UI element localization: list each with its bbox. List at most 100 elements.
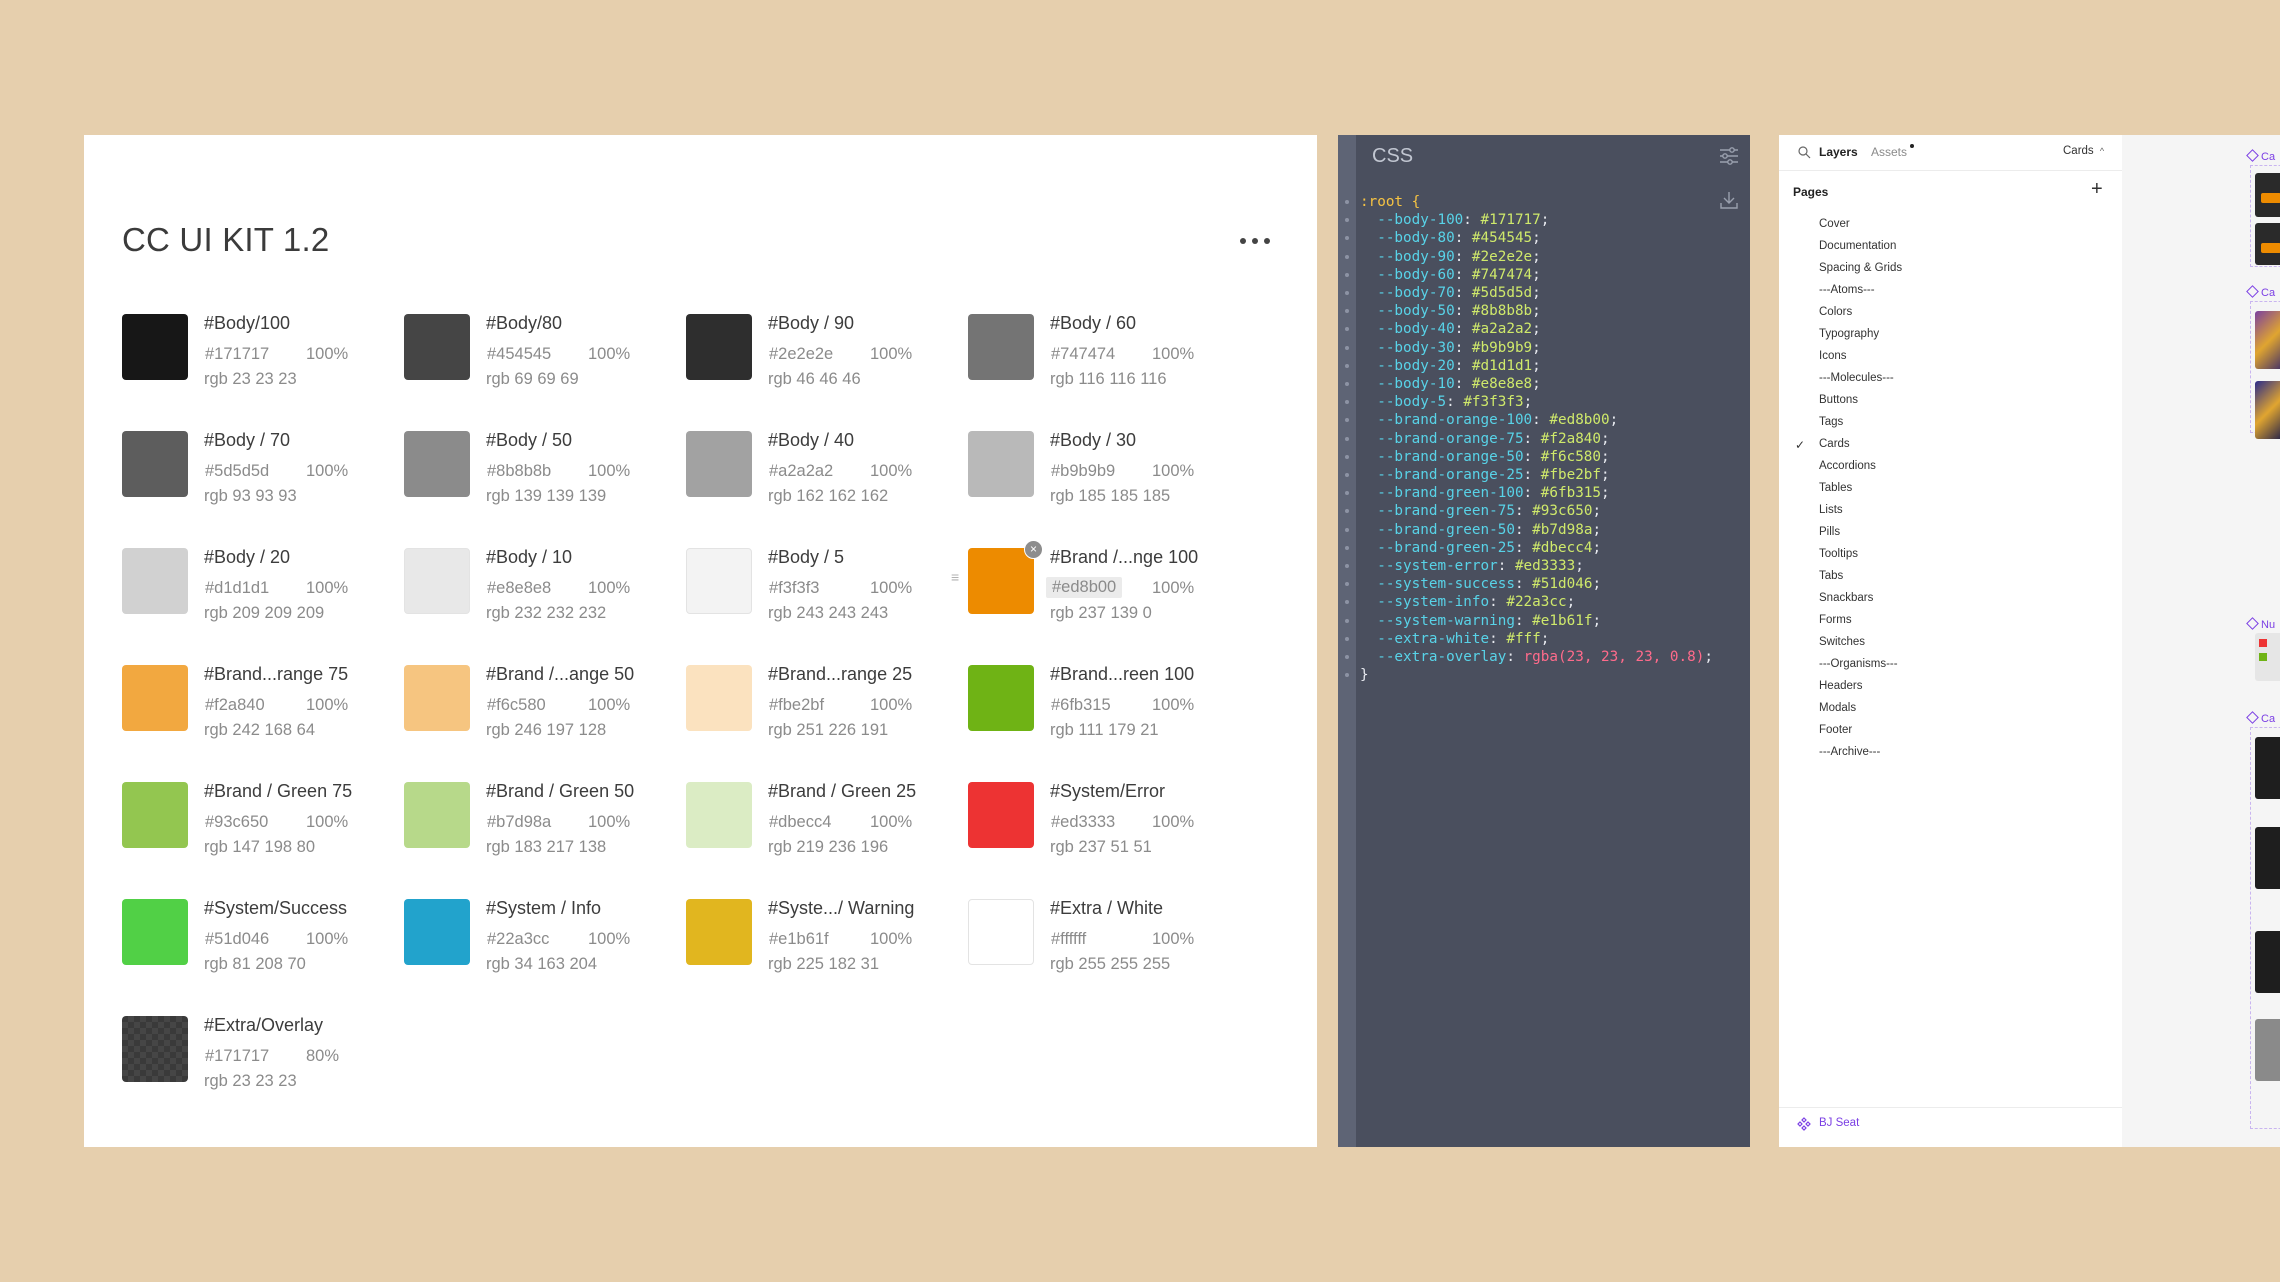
color-swatch-card[interactable]: #Body / 20 #d1d1d1 100% rgb 209 209 209 [122,547,392,647]
color-swatch-card[interactable]: #Body / 60 #747474 100% rgb 116 116 116 [968,313,1238,413]
swatch-hex[interactable]: #fbe2bf [768,696,825,715]
swatch-hex[interactable]: #dbecc4 [768,813,832,832]
settings-sliders-icon[interactable] [1718,145,1740,167]
page-list-item[interactable]: Cards [1819,438,1850,450]
page-list-item[interactable]: Tags [1819,416,1843,428]
color-swatch[interactable] [968,431,1034,497]
swatch-hex[interactable]: #e8e8e8 [486,579,552,598]
swatch-hex[interactable]: #454545 [486,345,552,364]
current-page-dropdown[interactable]: Cards ^ [2063,145,2104,157]
remove-swatch-icon[interactable]: × [1024,540,1043,559]
color-swatch[interactable] [122,1016,188,1082]
page-list-item[interactable]: ---Atoms--- [1819,284,1875,296]
swatch-hex[interactable]: #5d5d5d [204,462,270,481]
page-list-item[interactable]: ---Molecules--- [1819,372,1894,384]
color-swatch[interactable] [968,314,1034,380]
color-swatch-card[interactable]: #System/Success #51d046 100% rgb 81 208 70 [122,898,392,998]
search-icon[interactable] [1797,145,1811,159]
add-page-icon[interactable]: + [2091,178,2103,201]
color-swatch[interactable] [686,548,752,614]
number-thumbnail[interactable] [2255,633,2280,681]
page-list-item[interactable]: Tabs [1819,570,1843,582]
page-list-item[interactable]: Typography [1819,328,1879,340]
color-swatch[interactable] [686,431,752,497]
swatch-hex[interactable]: #f6c580 [486,696,547,715]
color-swatch-card[interactable]: #Body/80 #454545 100% rgb 69 69 69 [404,313,674,413]
page-list-item[interactable]: Cover [1819,218,1850,230]
page-list-item[interactable]: Icons [1819,350,1847,362]
card-thumbnail[interactable] [2255,737,2280,799]
color-swatch-card[interactable]: #Body / 90 #2e2e2e 100% rgb 46 46 46 [686,313,956,413]
color-swatch-card[interactable]: #Brand...range 75 #f2a840 100% rgb 242 168 … [122,664,392,764]
swatch-hex[interactable]: #171717 [204,345,270,364]
card-thumbnail[interactable] [2255,311,2280,369]
page-list-item[interactable]: Snackbars [1819,592,1873,604]
page-list-item[interactable]: Documentation [1819,240,1896,252]
swatch-hex[interactable]: #93c650 [204,813,269,832]
swatch-hex[interactable]: #b9b9b9 [1050,462,1116,481]
frame-label[interactable]: Nu [2246,617,2275,631]
color-swatch-card[interactable]: #System / Info #22a3cc 100% rgb 34 163 204 [404,898,674,998]
swatch-hex[interactable]: #ed8b00 [1046,577,1123,598]
color-swatch[interactable] [686,899,752,965]
color-swatch-card[interactable]: #Syste.../ Warning #e1b61f 100% rgb 225 182… [686,898,956,998]
color-swatch[interactable] [968,665,1034,731]
drag-handle-icon[interactable]: ≡ [951,570,963,584]
color-swatch-card[interactable]: #Brand / Green 50 #b7d98a 100% rgb 183 217 … [404,781,674,881]
color-swatch[interactable] [122,782,188,848]
page-list-item[interactable]: Switches [1819,636,1865,648]
page-list-item[interactable]: Buttons [1819,394,1858,406]
color-swatch-card[interactable]: #Body / 40 #a2a2a2 100% rgb 162 162 162 [686,430,956,530]
color-swatch[interactable] [968,782,1034,848]
page-list-item[interactable]: Lists [1819,504,1843,516]
color-swatch-card[interactable]: #Body / 30 #b9b9b9 100% rgb 185 185 185 [968,430,1238,530]
card-thumbnail[interactable] [2255,827,2280,889]
color-swatch[interactable] [404,899,470,965]
page-list-item[interactable]: Colors [1819,306,1852,318]
card-thumbnail[interactable] [2255,931,2280,993]
color-swatch[interactable] [968,899,1034,965]
page-list-item[interactable]: ---Organisms--- [1819,658,1898,670]
color-swatch[interactable] [686,665,752,731]
color-swatch[interactable] [404,314,470,380]
page-list-item[interactable]: Pills [1819,526,1840,538]
color-swatch-card[interactable]: #Body / 10 #e8e8e8 100% rgb 232 232 232 [404,547,674,647]
color-swatch-card[interactable]: #System/Error #ed3333 100% rgb 237 51 51 [968,781,1238,881]
swatch-hex[interactable]: #f3f3f3 [768,579,820,598]
color-swatch[interactable] [686,314,752,380]
swatch-hex[interactable]: #a2a2a2 [768,462,834,481]
frame-label[interactable]: Ca [2246,711,2275,725]
tab-assets[interactable]: Assets [1871,145,1907,159]
swatch-hex[interactable]: #ffffff [1050,930,1087,949]
page-list-item[interactable]: Forms [1819,614,1852,626]
page-list-item[interactable]: Headers [1819,680,1862,692]
color-swatch-card[interactable]: #Brand /...nge 100 #ed8b00 100% rgb 237 139… [951,540,1238,647]
color-swatch[interactable] [404,431,470,497]
page-list-item[interactable]: Modals [1819,702,1856,714]
color-swatch[interactable] [122,899,188,965]
swatch-hex[interactable]: #f2a840 [204,696,266,715]
swatch-hex[interactable]: #22a3cc [486,930,550,949]
frame-label[interactable]: Ca [2246,149,2275,163]
download-icon[interactable] [1718,189,1740,211]
color-swatch-card[interactable]: #Brand / Green 25 #dbecc4 100% rgb 219 236 … [686,781,956,881]
color-swatch[interactable] [686,782,752,848]
swatch-hex[interactable]: #b7d98a [486,813,552,832]
page-list-item[interactable]: Tooltips [1819,548,1858,560]
color-swatch-card[interactable]: #Brand...range 25 #fbe2bf 100% rgb 251 226 … [686,664,956,764]
page-list-item[interactable]: Footer [1819,724,1852,736]
tab-layers[interactable]: Layers [1819,145,1858,159]
color-swatch-card[interactable]: #Body/100 #171717 100% rgb 23 23 23 [122,313,392,413]
color-swatch[interactable] [404,548,470,614]
color-swatch[interactable] [404,782,470,848]
swatch-hex[interactable]: #e1b61f [768,930,830,949]
swatch-hex[interactable]: #ed3333 [1050,813,1116,832]
swatch-hex[interactable]: #747474 [1050,345,1116,364]
color-swatch[interactable] [122,548,188,614]
card-thumbnail[interactable] [2255,381,2280,439]
design-canvas[interactable]: Ca Ca Nu Ca [2122,135,2280,1147]
color-swatch-card[interactable]: #Body / 70 #5d5d5d 100% rgb 93 93 93 [122,430,392,530]
swatch-hex[interactable]: #51d046 [204,930,270,949]
color-swatch-card[interactable]: #Brand / Green 75 #93c650 100% rgb 147 198 … [122,781,392,881]
card-thumbnail[interactable] [2255,223,2280,265]
